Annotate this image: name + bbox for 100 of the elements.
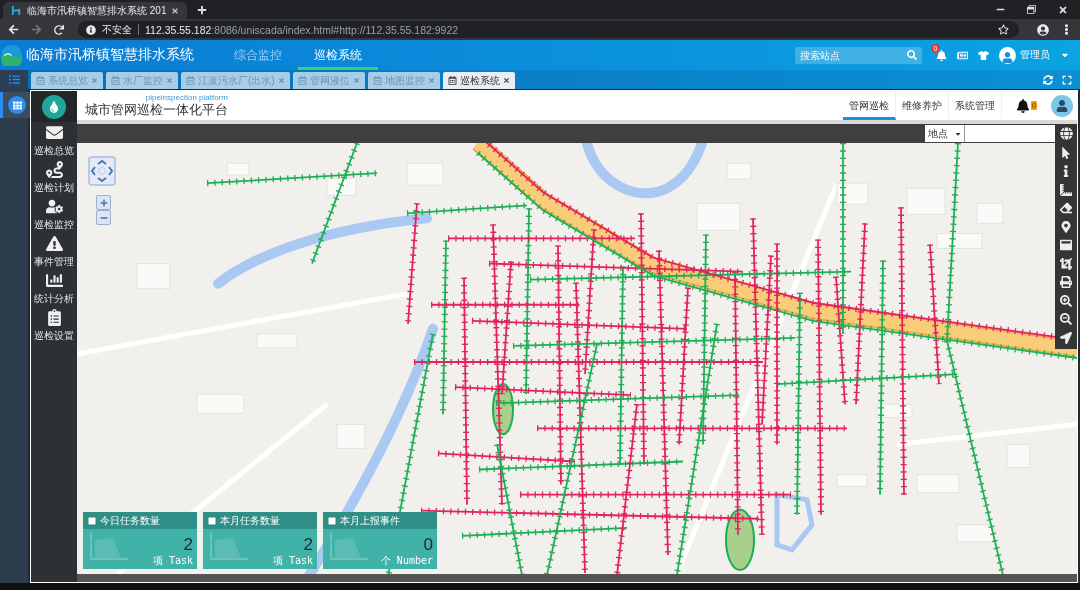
bar-chart-icon bbox=[45, 271, 63, 289]
building bbox=[956, 524, 995, 543]
ruler-icon[interactable] bbox=[1060, 183, 1072, 196]
calendar-icon bbox=[297, 76, 307, 85]
printer-icon[interactable] bbox=[1060, 276, 1072, 288]
calendar-icon bbox=[36, 76, 45, 85]
stat-unit: 个 Number bbox=[380, 554, 433, 567]
card-title: 本月任务数量 bbox=[220, 513, 280, 528]
shirt-icon[interactable] bbox=[978, 49, 989, 61]
eraser-icon[interactable] bbox=[1060, 202, 1072, 214]
star-icon[interactable] bbox=[998, 24, 1009, 35]
grid-icon bbox=[8, 96, 26, 114]
envelope-icon bbox=[45, 123, 63, 141]
sidebar-item[interactable] bbox=[0, 92, 31, 118]
security-label: 不安全 bbox=[102, 22, 132, 37]
card-title: 本月上报事件 bbox=[340, 513, 400, 528]
building bbox=[326, 177, 357, 196]
chart-drawing bbox=[89, 531, 129, 561]
calendar-icon bbox=[111, 76, 120, 85]
globe-icon[interactable] bbox=[1059, 127, 1073, 140]
platform-subtitle: pipeinspection platform bbox=[145, 93, 228, 102]
close-icon bbox=[502, 77, 510, 84]
calendar-icon bbox=[447, 76, 457, 85]
favicon-icon bbox=[11, 5, 22, 16]
fullscreen-icon[interactable] bbox=[1062, 74, 1072, 85]
page-tab[interactable]: 巡检系统 bbox=[442, 72, 515, 89]
list-icon bbox=[8, 74, 20, 85]
close-icon bbox=[166, 77, 173, 84]
chart-drawing bbox=[329, 531, 369, 561]
close-icon bbox=[352, 77, 360, 84]
zoom-in-icon[interactable] bbox=[1060, 294, 1072, 307]
pond bbox=[774, 491, 815, 553]
route-icon bbox=[45, 160, 63, 178]
stat-value: 0 bbox=[423, 536, 433, 554]
refresh-icon[interactable] bbox=[1043, 74, 1053, 85]
menu-item[interactable]: 巡检监控 bbox=[31, 196, 77, 233]
place-search-field[interactable] bbox=[965, 125, 1055, 142]
clipboard-icon bbox=[45, 308, 63, 326]
warning-icon bbox=[45, 234, 63, 252]
close-icon bbox=[277, 77, 285, 84]
info-icon bbox=[86, 24, 96, 35]
account-icon[interactable] bbox=[1037, 23, 1049, 36]
building bbox=[336, 423, 366, 449]
logo-icon bbox=[1, 44, 22, 66]
building bbox=[226, 162, 250, 176]
close-icon bbox=[91, 77, 98, 84]
menu-item[interactable]: 巡检设置 bbox=[31, 307, 77, 344]
restore-icon[interactable] bbox=[1027, 5, 1036, 14]
place-select[interactable]: 地点 bbox=[925, 125, 965, 142]
app-title: 临海市汛桥镇智慧排水系统 bbox=[26, 46, 194, 64]
building bbox=[836, 182, 869, 205]
zoom-out-icon[interactable] bbox=[1060, 313, 1072, 325]
close-icon bbox=[171, 6, 180, 15]
drop-icon bbox=[42, 94, 66, 119]
stat-unit: 项 Task bbox=[272, 554, 313, 567]
search-field[interactable]: 搜索站点 bbox=[795, 46, 922, 64]
zoom-out-button[interactable] bbox=[96, 210, 111, 225]
plus-icon bbox=[99, 198, 108, 207]
menu-item[interactable]: 巡检总览 bbox=[31, 122, 77, 159]
pointer-icon[interactable] bbox=[1060, 146, 1072, 159]
menu-item[interactable]: 巡检计划 bbox=[31, 159, 77, 196]
menu-toggle-button[interactable] bbox=[0, 70, 28, 89]
stat-value: 2 bbox=[183, 536, 193, 554]
building bbox=[906, 187, 946, 215]
address-bar[interactable]: 不安全 112.35.55.182:8086/uniscada/index.html#http://112.35.55.182:9922 bbox=[78, 21, 1019, 38]
building bbox=[136, 263, 171, 290]
avatar-icon[interactable] bbox=[1051, 94, 1073, 117]
bell-icon[interactable] bbox=[1016, 98, 1031, 113]
browser-tab[interactable]: 临海市汛桥镇智慧排水系统 201 bbox=[3, 2, 188, 19]
building bbox=[976, 202, 1004, 224]
close-icon[interactable] bbox=[1058, 4, 1068, 15]
close-icon bbox=[427, 77, 435, 84]
building bbox=[696, 202, 741, 231]
zoom-in-button[interactable] bbox=[96, 195, 111, 210]
new-tab-icon[interactable] bbox=[197, 4, 208, 15]
calendar-icon bbox=[372, 76, 382, 85]
building bbox=[916, 474, 960, 494]
back-icon[interactable] bbox=[8, 24, 19, 35]
pan-control-icon[interactable] bbox=[88, 156, 116, 186]
card-title: 今日任务数量 bbox=[100, 513, 160, 528]
crop-icon[interactable] bbox=[1060, 257, 1072, 270]
location-arrow-icon[interactable] bbox=[1060, 331, 1072, 344]
chart-drawing bbox=[209, 531, 249, 561]
menu-item[interactable]: 统计分析 bbox=[31, 270, 77, 307]
platform-title: 城市管网巡检一体化平台 bbox=[85, 102, 228, 118]
window-icon[interactable] bbox=[1060, 239, 1072, 251]
map-pin-icon[interactable] bbox=[1060, 220, 1072, 233]
stat-value: 2 bbox=[303, 536, 313, 554]
reload-icon[interactable] bbox=[54, 24, 64, 35]
sports-field bbox=[725, 508, 755, 571]
newspaper-icon[interactable] bbox=[957, 49, 968, 61]
forward-icon[interactable] bbox=[31, 24, 42, 35]
user-gear-icon bbox=[45, 197, 63, 215]
stat-unit: 项 Task bbox=[152, 554, 193, 567]
building bbox=[836, 474, 868, 488]
url-text: 112.35.55.182:8086/uniscada/index.html#http://112.35.55.182:9922 bbox=[145, 23, 460, 36]
building bbox=[1006, 443, 1031, 468]
menu-item[interactable]: 事件管理 bbox=[31, 233, 77, 270]
building bbox=[936, 232, 983, 249]
calendar-icon bbox=[186, 76, 195, 85]
